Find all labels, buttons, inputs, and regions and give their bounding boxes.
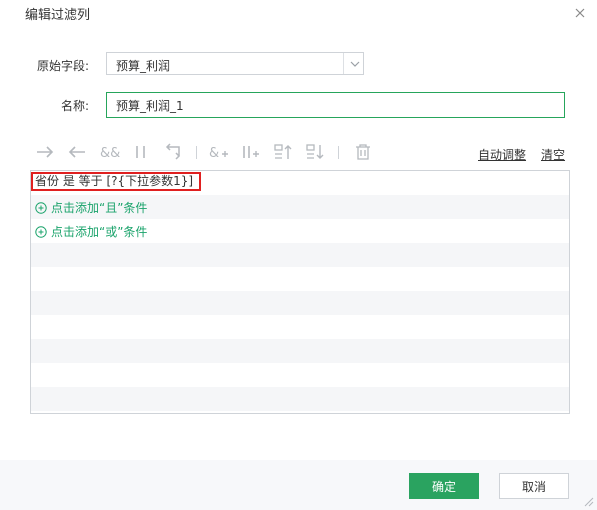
- move-up-icon[interactable]: [272, 142, 294, 162]
- arrow-left-icon[interactable]: [66, 142, 88, 162]
- original-field-value: 预算_利润: [116, 59, 171, 73]
- empty-row: [31, 315, 569, 339]
- or-icon[interactable]: [130, 142, 152, 162]
- condition-row: 省份 是 等于 [?{下拉参数1}]: [31, 171, 569, 195]
- cancel-button[interactable]: 取消: [499, 473, 569, 499]
- empty-row: [31, 339, 569, 363]
- plus-circle-icon: [35, 226, 47, 238]
- add-or-label: 点击添加“或”条件: [51, 225, 148, 239]
- add-and-row: 点击添加“且”条件: [31, 195, 569, 219]
- filter-condition[interactable]: 省份 是 等于 [?{下拉参数1}]: [31, 172, 202, 191]
- toolbar-separator: [338, 146, 339, 159]
- add-and-label: 点击添加“且”条件: [51, 201, 148, 215]
- empty-row: [31, 387, 569, 411]
- resize-grip-icon[interactable]: [582, 495, 594, 507]
- wrap-icon[interactable]: [162, 142, 184, 162]
- edit-filter-column-dialog: 编辑过滤列 原始字段: 预算_利润 名称: && &: [0, 0, 597, 510]
- move-down-icon[interactable]: [304, 142, 326, 162]
- empty-row: [31, 243, 569, 267]
- plus-circle-icon: [35, 202, 47, 214]
- and-icon[interactable]: &&: [98, 142, 120, 162]
- toolbar-separator: [196, 146, 197, 159]
- svg-text:&&: &&: [100, 146, 120, 161]
- original-field-label: 原始字段:: [37, 59, 90, 73]
- filter-condition-panel: 省份 是 等于 [?{下拉参数1}] 点击添加“且”条件 点击添加“或”条件: [30, 170, 570, 414]
- arrow-right-icon[interactable]: [34, 142, 56, 162]
- empty-row: [31, 267, 569, 291]
- ok-button[interactable]: 确定: [409, 473, 479, 499]
- add-or-row: 点击添加“或”条件: [31, 219, 569, 243]
- chevron-down-icon[interactable]: [349, 58, 361, 73]
- delete-icon[interactable]: [352, 142, 374, 162]
- dialog-title: 编辑过滤列: [25, 8, 91, 23]
- dialog-title-bar: 编辑过滤列: [0, 0, 597, 27]
- add-and-condition-link[interactable]: 点击添加“且”条件: [35, 199, 147, 215]
- auto-adjust-link[interactable]: 自动调整: [478, 146, 526, 163]
- and-add-icon[interactable]: &: [208, 142, 230, 162]
- or-add-icon[interactable]: [240, 142, 262, 162]
- filter-toolbar: && & 自动调整 清空: [30, 140, 570, 164]
- name-label: 名称:: [61, 99, 90, 113]
- select-divider: [343, 53, 344, 74]
- empty-row: [31, 291, 569, 315]
- original-field-select[interactable]: 预算_利润: [106, 52, 364, 75]
- empty-row: [31, 363, 569, 387]
- close-icon[interactable]: [572, 5, 588, 21]
- svg-text:&: &: [209, 146, 219, 161]
- add-or-condition-link[interactable]: 点击添加“或”条件: [35, 223, 147, 239]
- name-input[interactable]: [106, 92, 565, 118]
- clear-link[interactable]: 清空: [541, 146, 565, 163]
